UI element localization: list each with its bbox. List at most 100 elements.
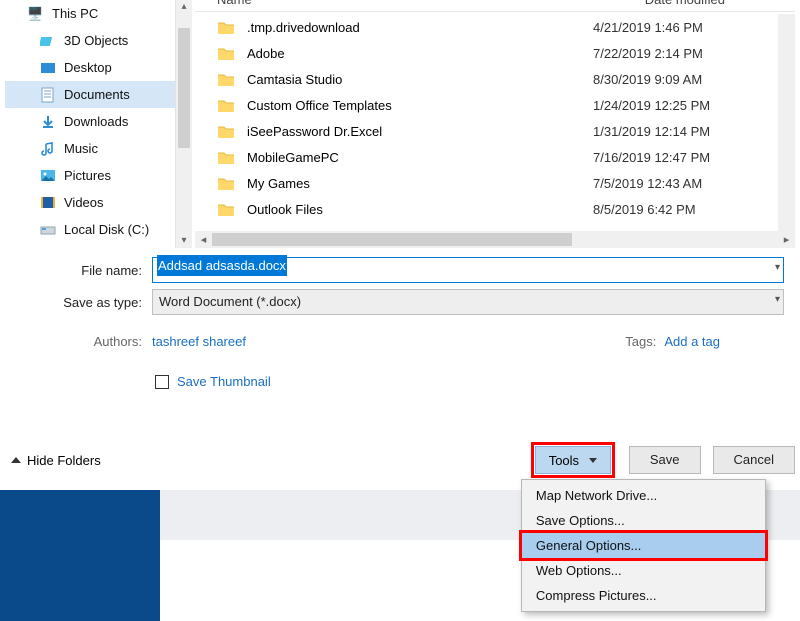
- list-item[interactable]: Outlook Files 8/5/2019 6:42 PM: [195, 196, 778, 222]
- pc-icon: 🖥️: [27, 6, 44, 22]
- tags-value[interactable]: Add a tag: [664, 334, 720, 349]
- folder-icon: [217, 46, 235, 60]
- list-item[interactable]: Custom Office Templates 1/24/2019 12:25 P…: [195, 92, 778, 118]
- nav-item-documents[interactable]: Documents: [5, 81, 175, 108]
- tools-menu-save-options[interactable]: Save Options...: [522, 508, 765, 533]
- file-name-field[interactable]: Addsad adsasda.docx ▾: [152, 257, 784, 283]
- chevron-up-icon: [11, 457, 21, 463]
- nav-tree: 🖥️ This PC 3D Objects Desktop Documents: [5, 0, 175, 248]
- file-date: 7/5/2019 12:43 AM: [593, 176, 778, 191]
- music-icon: [39, 141, 56, 157]
- file-date: 7/16/2019 12:47 PM: [593, 150, 778, 165]
- save-thumbnail-checkbox[interactable]: [155, 375, 169, 389]
- folder-icon: [217, 124, 235, 138]
- list-scroll-thumb-h[interactable]: [212, 233, 572, 246]
- disk-icon: [39, 224, 56, 236]
- form-area: File name: Addsad adsasda.docx ▾ Save as…: [0, 254, 800, 389]
- file-date: 4/21/2019 1:46 PM: [593, 20, 778, 35]
- hide-folders-label: Hide Folders: [27, 453, 101, 468]
- column-header-name[interactable]: Name: [217, 0, 252, 7]
- folder-icon: [217, 20, 235, 34]
- folder-icon: [217, 72, 235, 86]
- nav-label: Videos: [64, 195, 104, 210]
- tools-menu-web-options[interactable]: Web Options...: [522, 558, 765, 583]
- folder-icon: [217, 98, 235, 112]
- file-name: Adobe: [247, 46, 581, 61]
- desktop-icon: [39, 61, 56, 75]
- 3d-objects-icon: [39, 34, 56, 48]
- chevron-down-icon: [589, 458, 597, 463]
- list-scrollbar-horizontal[interactable]: ◂ ▸: [195, 231, 795, 248]
- tools-menu: Map Network Drive... Save Options... Gen…: [521, 479, 766, 612]
- file-date: 8/5/2019 6:42 PM: [593, 202, 778, 217]
- save-as-dialog: 🖥️ This PC 3D Objects Desktop Documents: [0, 0, 800, 488]
- downloads-icon: [39, 115, 56, 129]
- column-header-date[interactable]: Date modified: [645, 0, 725, 7]
- list-body: .tmp.drivedownload 4/21/2019 1:46 PM Adobe…: [195, 14, 778, 231]
- file-name-label: File name:: [0, 263, 152, 278]
- nav-item-downloads[interactable]: Downloads: [5, 108, 175, 135]
- tools-menu-map-network-drive[interactable]: Map Network Drive...: [522, 483, 765, 508]
- nav-item-local-disk[interactable]: Local Disk (C:): [5, 216, 175, 243]
- file-date: 1/24/2019 12:25 PM: [593, 98, 778, 113]
- nav-scroll-thumb[interactable]: [178, 28, 190, 148]
- tools-button[interactable]: Tools: [535, 446, 611, 474]
- nav-scrollbar[interactable]: ▴ ▾: [175, 0, 192, 248]
- file-name-input[interactable]: Addsad adsasda.docx: [152, 257, 784, 283]
- nav-item-videos[interactable]: Videos: [5, 189, 175, 216]
- save-as-type-value[interactable]: Word Document (*.docx): [152, 289, 784, 315]
- file-name: My Games: [247, 176, 581, 191]
- list-item[interactable]: Adobe 7/22/2019 2:14 PM: [195, 40, 778, 66]
- background-blue-panel: [0, 490, 160, 621]
- scroll-up-icon[interactable]: ▴: [176, 0, 192, 14]
- nav-label: Music: [64, 141, 98, 156]
- authors-label: Authors:: [0, 334, 152, 349]
- tools-menu-compress-pictures[interactable]: Compress Pictures...: [522, 583, 765, 608]
- nav-item-pictures[interactable]: Pictures: [5, 162, 175, 189]
- file-name: Outlook Files: [247, 202, 581, 217]
- hide-folders-button[interactable]: Hide Folders: [11, 453, 101, 468]
- nav-label: Local Disk (C:): [64, 222, 149, 237]
- bottom-bar: Hide Folders Tools Map Network Drive... …: [5, 440, 795, 480]
- save-thumbnail-label[interactable]: Save Thumbnail: [177, 374, 271, 389]
- list-item[interactable]: MobileGamePC 7/16/2019 12:47 PM: [195, 144, 778, 170]
- scroll-down-icon[interactable]: ▾: [176, 234, 192, 248]
- documents-icon: [39, 87, 56, 103]
- list-item[interactable]: My Games 7/5/2019 12:43 AM: [195, 170, 778, 196]
- file-name: MobileGamePC: [247, 150, 581, 165]
- file-date: 7/22/2019 2:14 PM: [593, 46, 778, 61]
- list-item[interactable]: iSeePassword Dr.Excel 1/31/2019 12:14 PM: [195, 118, 778, 144]
- nav-label: This PC: [52, 6, 98, 21]
- nav-label: Documents: [64, 87, 130, 102]
- save-as-type-label: Save as type:: [0, 295, 152, 310]
- list-item[interactable]: Camtasia Studio8/30/2019 9:09 AM: [195, 66, 778, 92]
- list-header[interactable]: Name Date modified: [195, 0, 795, 12]
- tags-label: Tags:: [625, 334, 656, 349]
- scroll-right-icon[interactable]: ▸: [778, 233, 795, 246]
- save-as-type-field[interactable]: Word Document (*.docx) ▾: [152, 289, 784, 315]
- nav-item-this-pc[interactable]: 🖥️ This PC: [5, 0, 175, 27]
- file-name: iSeePassword Dr.Excel: [247, 124, 581, 139]
- nav-item-music[interactable]: Music: [5, 135, 175, 162]
- list-item[interactable]: .tmp.drivedownload 4/21/2019 1:46 PM: [195, 14, 778, 40]
- file-date: 8/30/2019 9:09 AM: [593, 72, 778, 87]
- nav-item-desktop[interactable]: Desktop: [5, 54, 175, 81]
- list-scrollbar-vertical[interactable]: [778, 14, 795, 231]
- file-list: Name Date modified .tmp.drivedownload 4/2…: [195, 0, 795, 248]
- file-name: Custom Office Templates: [247, 98, 581, 113]
- videos-icon: [39, 196, 56, 209]
- cancel-button[interactable]: Cancel: [713, 446, 795, 474]
- scroll-left-icon[interactable]: ◂: [195, 233, 212, 246]
- tools-label: Tools: [549, 453, 579, 468]
- authors-value[interactable]: tashreef shareef: [152, 334, 246, 349]
- nav-label: Pictures: [64, 168, 111, 183]
- pictures-icon: [39, 169, 56, 182]
- tools-menu-general-options[interactable]: General Options...: [522, 533, 765, 558]
- save-button[interactable]: Save: [629, 446, 701, 474]
- file-date: 1/31/2019 12:14 PM: [593, 124, 778, 139]
- folder-icon: [217, 176, 235, 190]
- file-name: .tmp.drivedownload: [247, 20, 581, 35]
- nav-label: Desktop: [64, 60, 112, 75]
- folder-icon: [217, 150, 235, 164]
- nav-item-3d-objects[interactable]: 3D Objects: [5, 27, 175, 54]
